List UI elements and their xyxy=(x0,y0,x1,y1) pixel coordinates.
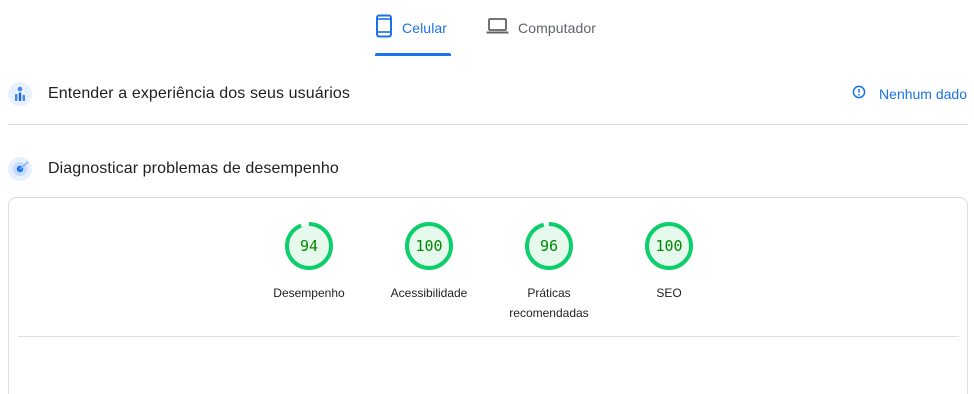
score-ring: 100 xyxy=(645,222,693,270)
tab-desktop[interactable]: Computador xyxy=(486,0,606,56)
ux-section-title: Entender a experiência dos seus usuários xyxy=(48,85,350,102)
laptop-icon xyxy=(486,17,509,40)
info-icon xyxy=(852,85,866,104)
active-tab-indicator xyxy=(375,53,451,56)
score-label: SEO xyxy=(656,286,682,300)
lighthouse-report-card: 94 Desempenho 100 Acessibilidade 96 Práticas … xyxy=(8,197,968,394)
tab-desktop-label: Computador xyxy=(518,20,597,36)
ux-section-header: Entender a experiência dos seus usuários… xyxy=(8,74,968,114)
no-data-link[interactable]: Nenhum dado xyxy=(852,74,967,114)
score-value: 100 xyxy=(655,237,682,255)
score-gauge[interactable]: 94 Desempenho xyxy=(264,220,354,303)
no-data-label: Nenhum dado xyxy=(879,86,967,102)
users-chart-icon xyxy=(8,82,32,106)
score-label: Práticas recomendadas xyxy=(509,286,589,320)
score-gauge[interactable]: 96 Práticas recomendadas xyxy=(504,220,594,323)
score-ring: 96 xyxy=(525,222,573,270)
score-value: 100 xyxy=(415,237,442,255)
score-gauge[interactable]: 100 Acessibilidade xyxy=(384,220,474,303)
smartphone-icon xyxy=(375,14,393,43)
tab-mobile[interactable]: Celular xyxy=(375,0,451,56)
score-ring: 94 xyxy=(285,222,333,270)
device-tabs: Celular Computador xyxy=(0,0,974,56)
score-label: Desempenho xyxy=(273,286,345,300)
score-label: Acessibilidade xyxy=(390,286,468,300)
score-value: 96 xyxy=(540,237,558,255)
score-value: 94 xyxy=(300,237,318,255)
card-divider xyxy=(18,336,959,337)
score-gauge[interactable]: 100 SEO xyxy=(624,220,714,303)
lighthouse-icon xyxy=(8,157,32,181)
diagnostics-section-title: Diagnosticar problemas de desempenho xyxy=(48,160,339,177)
tab-mobile-label: Celular xyxy=(402,20,448,36)
section-divider xyxy=(8,124,968,125)
score-ring: 100 xyxy=(405,222,453,270)
diagnostics-section-header: Diagnosticar problemas de desempenho xyxy=(8,149,968,189)
